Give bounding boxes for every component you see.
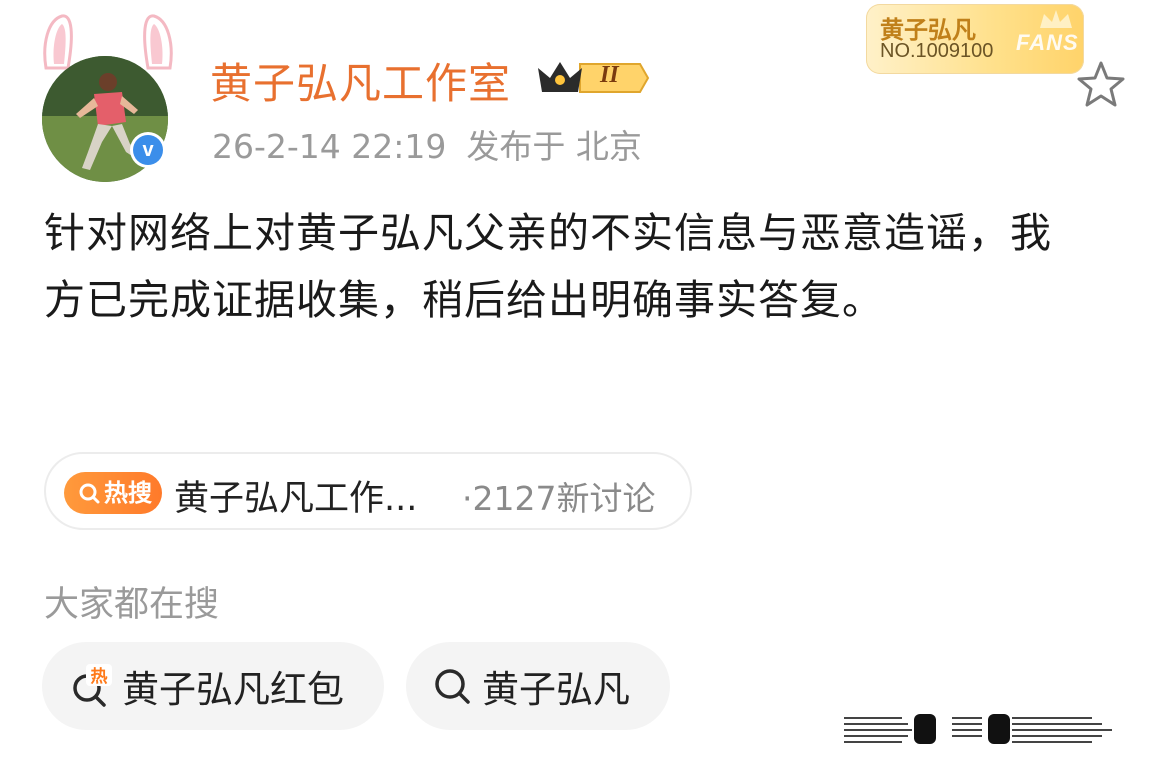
related-search-label: 黄子弘凡红包 [122,668,344,711]
svg-text:热: 热 [91,666,108,687]
post-location: 发布于 北京 [466,127,642,166]
hot-topic-card[interactable]: 热搜 黄子弘凡工作... ·2127新讨论 [44,452,692,530]
fan-crown-icon [1040,10,1072,28]
post-meta: 26-2-14 22:19 发布于 北京 [212,120,662,168]
search-icon [435,669,470,704]
hot-search-tag: 热搜 [64,472,162,514]
favorite-button[interactable] [1074,58,1128,112]
fan-badge-number: NO.1009100 [880,40,994,62]
author-avatar-area[interactable]: v [38,14,178,182]
related-search-chip-1[interactable]: 热 黄子弘凡红包 [42,642,384,730]
level-badge[interactable]: II [534,56,652,100]
author-name[interactable]: 黄子弘凡工作室 [210,50,511,111]
hot-search-icon: 热 [73,664,112,707]
related-searches-heading: 大家都在搜 [44,585,220,625]
fan-badge-mark: FANS [1016,30,1079,55]
watermark-logo [842,712,1162,746]
post-body: 针对网络上对黄子弘凡父亲的不实信息与恶意造谣，我方已完成证据收集，稍后给出明确事… [44,209,1052,324]
verified-badge: v [130,132,166,168]
watermark-stripes-icon [844,714,1112,744]
star-icon [1077,61,1125,107]
fan-badge[interactable]: 黄子弘凡 NO.1009100 FANS [866,4,1084,74]
hot-topic-count: ·2127新讨论 [462,479,656,518]
bunny-ear-right-icon [143,14,173,70]
crown-icon [538,62,650,93]
related-search-label: 黄子弘凡 [482,668,630,711]
post-timestamp: 26-2-14 22:19 [212,127,447,166]
hot-topic-title: 黄子弘凡工作... [174,479,418,519]
hot-search-icon [78,472,100,514]
level-badge-text: II [600,62,619,88]
hot-search-tag-label: 热搜 [104,479,152,507]
verified-icon: v [133,135,163,165]
related-search-chip-2[interactable]: 黄子弘凡 [406,642,670,730]
